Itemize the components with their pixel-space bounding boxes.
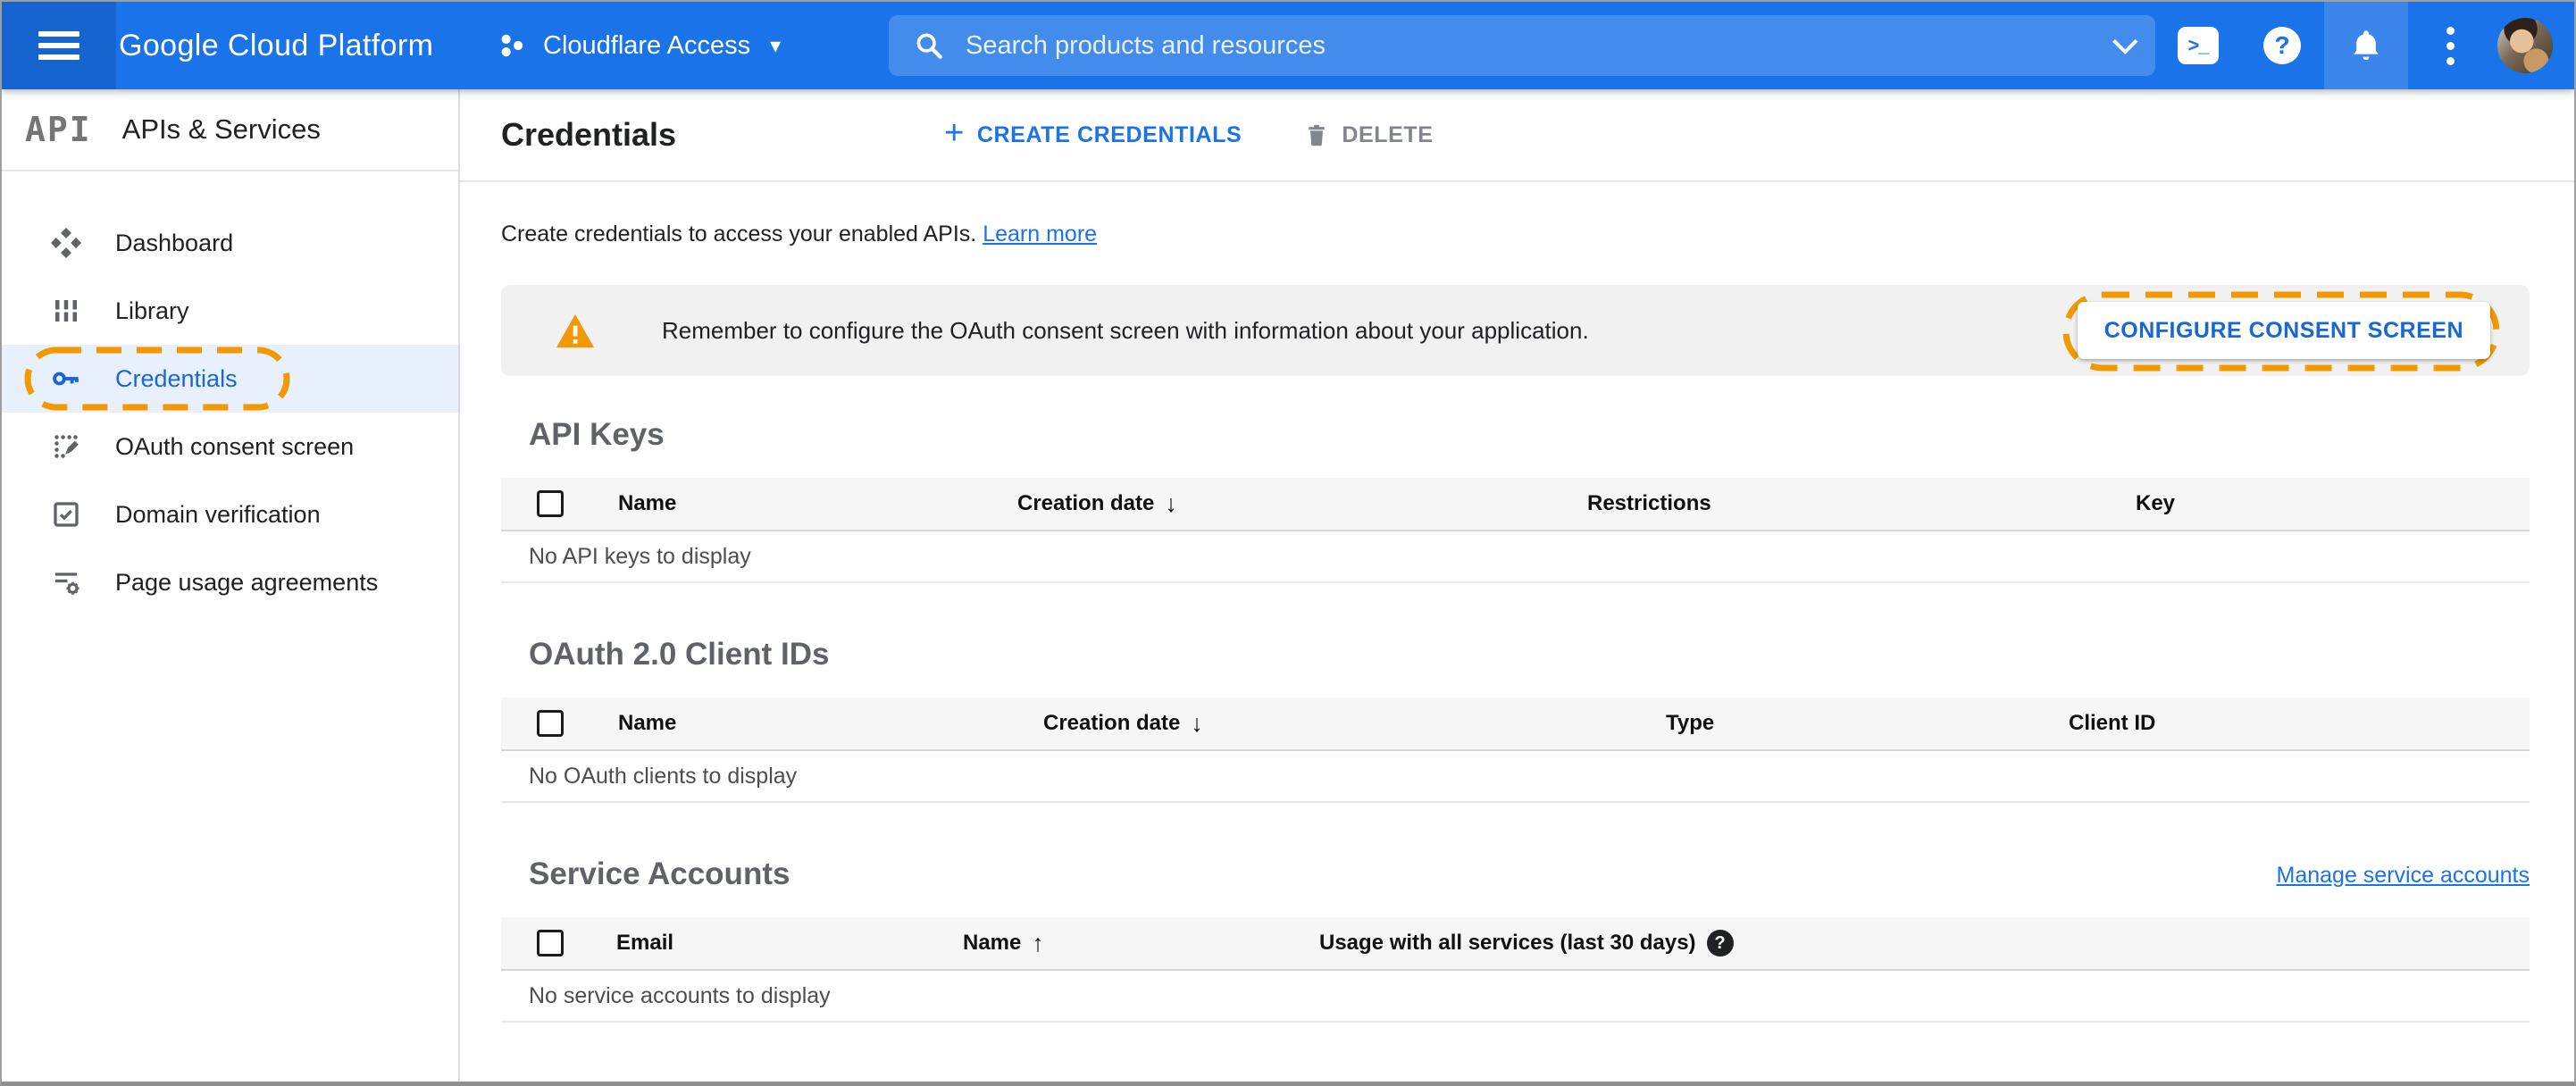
- sidebar-item-library[interactable]: Library: [2, 277, 458, 345]
- app-bar: Google Cloud Platform Cloudflare Access …: [2, 2, 2574, 89]
- agreements-icon: [55, 572, 79, 595]
- sidebar-nav: Dashboard Library Credentials OAuth cons…: [2, 171, 458, 616]
- learn-more-link[interactable]: Learn more: [983, 221, 1097, 246]
- sidebar: API APIs & Services Dashboard Library Cr…: [2, 89, 460, 1082]
- project-name: Cloudflare Access: [543, 30, 751, 60]
- help-icon: ?: [2263, 27, 2301, 64]
- gcp-console-window: Google Cloud Platform Cloudflare Access …: [0, 0, 2576, 1086]
- manage-service-accounts-link[interactable]: Manage service accounts: [2277, 863, 2530, 889]
- section-title-service-accounts: Service Accounts: [529, 856, 790, 891]
- api-keys-table-header: Name Creation date ↓ Restrictions Key: [501, 478, 2530, 531]
- project-icon: [501, 34, 523, 57]
- column-header-type[interactable]: Type: [1666, 711, 2069, 736]
- usage-help-icon[interactable]: ?: [1706, 930, 1734, 957]
- help-button[interactable]: ?: [2240, 2, 2324, 89]
- bell-icon: [2354, 30, 2379, 61]
- domain-verification-icon: [54, 502, 79, 527]
- sidebar-item-label: Credentials: [115, 364, 238, 392]
- select-all-checkbox[interactable]: [537, 710, 564, 737]
- sidebar-item-credentials[interactable]: Credentials: [2, 345, 458, 413]
- api-product-icon: API: [25, 110, 92, 149]
- column-header-client-id[interactable]: Client ID: [2069, 711, 2530, 736]
- banner-message: Remember to configure the OAuth consent …: [662, 316, 1589, 344]
- warning-icon: [556, 313, 594, 348]
- create-credentials-button[interactable]: + CREATE CREDENTIALS: [944, 114, 1242, 153]
- sidebar-title: APIs & Services: [121, 113, 321, 145]
- appbar-actions: >_ ?: [2156, 2, 2562, 89]
- column-header-name[interactable]: Name: [618, 711, 1043, 736]
- library-icon: [55, 300, 77, 322]
- sidebar-item-domain-verification[interactable]: Domain verification: [2, 480, 458, 548]
- account-avatar[interactable]: [2497, 18, 2553, 73]
- sidebar-item-label: Page usage agreements: [115, 568, 379, 596]
- consent-screen-icon: [54, 435, 79, 458]
- sort-asc-icon: ↑: [1032, 929, 1044, 957]
- column-header-usage[interactable]: Usage with all services (last 30 days) ?: [1319, 930, 2530, 957]
- search-icon: [916, 33, 942, 59]
- service-accounts-table-header: Email Name ↑ Usage with all services (la…: [501, 917, 2530, 971]
- gcp-logo[interactable]: Google Cloud Platform: [119, 2, 433, 89]
- api-keys-table: Name Creation date ↓ Restrictions Key No…: [501, 478, 2530, 583]
- sidebar-header: API APIs & Services: [2, 89, 458, 171]
- column-header-name[interactable]: Name: [618, 491, 1017, 516]
- plus-icon: +: [944, 113, 965, 152]
- column-header-key[interactable]: Key: [2136, 491, 2530, 516]
- oauth-clients-table-header: Name Creation date ↓ Type Client ID: [501, 698, 2530, 751]
- search-input[interactable]: [966, 30, 2112, 61]
- oauth-clients-empty-row: No OAuth clients to display: [501, 751, 2530, 803]
- column-header-name[interactable]: Name ↑: [963, 930, 1319, 957]
- column-header-creation-date[interactable]: Creation date ↓: [1043, 710, 1666, 738]
- sort-desc-icon: ↓: [1165, 489, 1177, 517]
- trash-icon: [1309, 124, 1326, 146]
- sidebar-item-label: Domain verification: [115, 500, 321, 528]
- section-title-oauth-clients: OAuth 2.0 Client IDs: [529, 637, 830, 672]
- search-expand-chevron-icon[interactable]: [2112, 29, 2138, 54]
- hamburger-icon: [38, 25, 79, 66]
- kebab-icon: [2446, 26, 2455, 65]
- dashboard-icon: [50, 227, 82, 259]
- caret-down-icon: ▾: [770, 33, 782, 58]
- sort-desc-icon: ↓: [1191, 709, 1203, 737]
- column-header-creation-date[interactable]: Creation date ↓: [1017, 490, 1587, 518]
- key-icon: [53, 372, 79, 386]
- service-accounts-table: Email Name ↑ Usage with all services (la…: [501, 917, 2530, 1023]
- cloud-shell-button[interactable]: >_: [2156, 2, 2240, 89]
- select-all-checkbox[interactable]: [537, 930, 564, 957]
- more-options-button[interactable]: [2408, 2, 2492, 89]
- sidebar-item-label: Library: [115, 297, 189, 324]
- select-all-checkbox[interactable]: [537, 490, 564, 517]
- search-bar[interactable]: [889, 15, 2155, 76]
- sidebar-item-oauth-consent-screen[interactable]: OAuth consent screen: [2, 413, 458, 480]
- cloud-shell-icon: >_: [2178, 27, 2219, 64]
- consent-warning-banner: Remember to configure the OAuth consent …: [501, 285, 2530, 376]
- sidebar-item-label: Dashboard: [115, 229, 234, 256]
- hamburger-menu-button[interactable]: [2, 2, 116, 89]
- section-title-api-keys: API Keys: [529, 417, 665, 452]
- page-toolbar: Credentials + CREATE CREDENTIALS DELETE: [460, 89, 2574, 182]
- configure-consent-screen-button[interactable]: CONFIGURE CONSENT SCREEN: [2077, 302, 2490, 359]
- page-content: Create credentials to access your enable…: [460, 221, 2574, 1023]
- project-selector[interactable]: Cloudflare Access ▾: [495, 2, 781, 89]
- page-title: Credentials: [501, 116, 677, 153]
- api-keys-empty-row: No API keys to display: [501, 531, 2530, 583]
- sidebar-item-page-usage-agreements[interactable]: Page usage agreements: [2, 548, 458, 616]
- oauth-clients-table: Name Creation date ↓ Type Client ID No O…: [501, 698, 2530, 803]
- delete-button[interactable]: DELETE: [1304, 121, 1433, 149]
- column-header-restrictions[interactable]: Restrictions: [1587, 491, 2136, 516]
- notifications-button[interactable]: [2324, 2, 2408, 89]
- sidebar-item-dashboard[interactable]: Dashboard: [2, 209, 458, 277]
- main-panel: Credentials + CREATE CREDENTIALS DELETE: [460, 89, 2574, 1082]
- service-accounts-empty-row: No service accounts to display: [501, 971, 2530, 1023]
- sidebar-item-label: OAuth consent screen: [115, 432, 355, 460]
- intro-text: Create credentials to access your enable…: [501, 221, 1098, 246]
- column-header-email[interactable]: Email: [616, 931, 963, 956]
